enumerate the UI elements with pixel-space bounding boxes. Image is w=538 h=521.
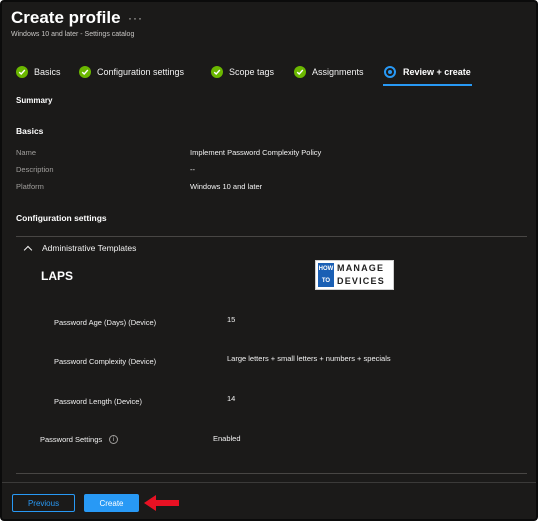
checkmark-icon (294, 66, 306, 78)
step-assignments[interactable]: Assignments (294, 66, 364, 78)
platform-label: Platform (16, 182, 44, 191)
active-step-underline (383, 84, 472, 86)
red-arrow-icon (144, 495, 179, 511)
password-length-value: 14 (227, 394, 236, 403)
name-value: Implement Password Complexity Policy (190, 148, 322, 157)
administrative-templates-toggle[interactable]: Administrative Templates (23, 243, 137, 254)
description-label: Description (16, 165, 54, 174)
basics-heading: Basics (16, 126, 44, 136)
step-label: Review + create (403, 67, 471, 77)
footer-divider (2, 482, 536, 483)
step-label: Assignments (312, 67, 364, 77)
logo-line-1: MANAGE (337, 263, 385, 273)
password-settings-row: Password Settings i (40, 435, 119, 444)
configuration-settings-heading: Configuration settings (16, 213, 107, 223)
section-end-divider (16, 473, 527, 474)
password-settings-label: Password Settings (40, 435, 103, 444)
platform-value: Windows 10 and later (190, 182, 263, 191)
current-step-icon (384, 66, 396, 78)
create-button[interactable]: Create (84, 494, 139, 512)
page-subtitle: Windows 10 and later - Settings catalog (11, 31, 135, 38)
info-icon[interactable]: i (109, 435, 119, 444)
password-complexity-label: Password Complexity (Device) (54, 357, 157, 366)
password-age-label: Password Age (Days) (Device) (54, 318, 157, 327)
laps-category-title: LAPS (41, 269, 74, 283)
password-settings-value: Enabled (213, 434, 241, 443)
how-to-manage-devices-logo: HOW TO MANAGE DEVICES (315, 260, 394, 290)
more-options-icon[interactable]: ··· (128, 11, 143, 25)
password-length-label: Password Length (Device) (54, 397, 142, 406)
section-divider (16, 236, 527, 237)
password-age-value: 15 (227, 315, 236, 324)
step-review-create[interactable]: Review + create (384, 66, 471, 78)
checkmark-icon (79, 66, 91, 78)
chevron-up-icon (23, 245, 33, 254)
checkmark-icon (211, 66, 223, 78)
step-label: Scope tags (229, 67, 275, 77)
step-basics[interactable]: Basics (16, 66, 61, 78)
step-label: Basics (34, 67, 61, 77)
logo-line-2: DEVICES (337, 276, 385, 286)
logo-how-to-block: HOW TO (318, 263, 334, 287)
step-scope-tags[interactable]: Scope tags (211, 66, 274, 78)
page-title: Create profile (11, 8, 121, 27)
summary-heading: Summary (16, 96, 53, 105)
password-complexity-value: Large letters + small letters + numbers … (227, 354, 391, 363)
description-value: -- (190, 165, 195, 174)
wizard-steps: Basics Configuration settings Scope tags… (16, 66, 536, 84)
step-configuration-settings[interactable]: Configuration settings (79, 66, 184, 78)
group-label: Administrative Templates (42, 243, 137, 253)
create-profile-panel: Create profile ··· Windows 10 and later … (0, 0, 538, 521)
name-label: Name (16, 148, 37, 157)
checkmark-icon (16, 66, 28, 78)
previous-button[interactable]: Previous (12, 494, 75, 512)
step-label: Configuration settings (97, 67, 185, 77)
